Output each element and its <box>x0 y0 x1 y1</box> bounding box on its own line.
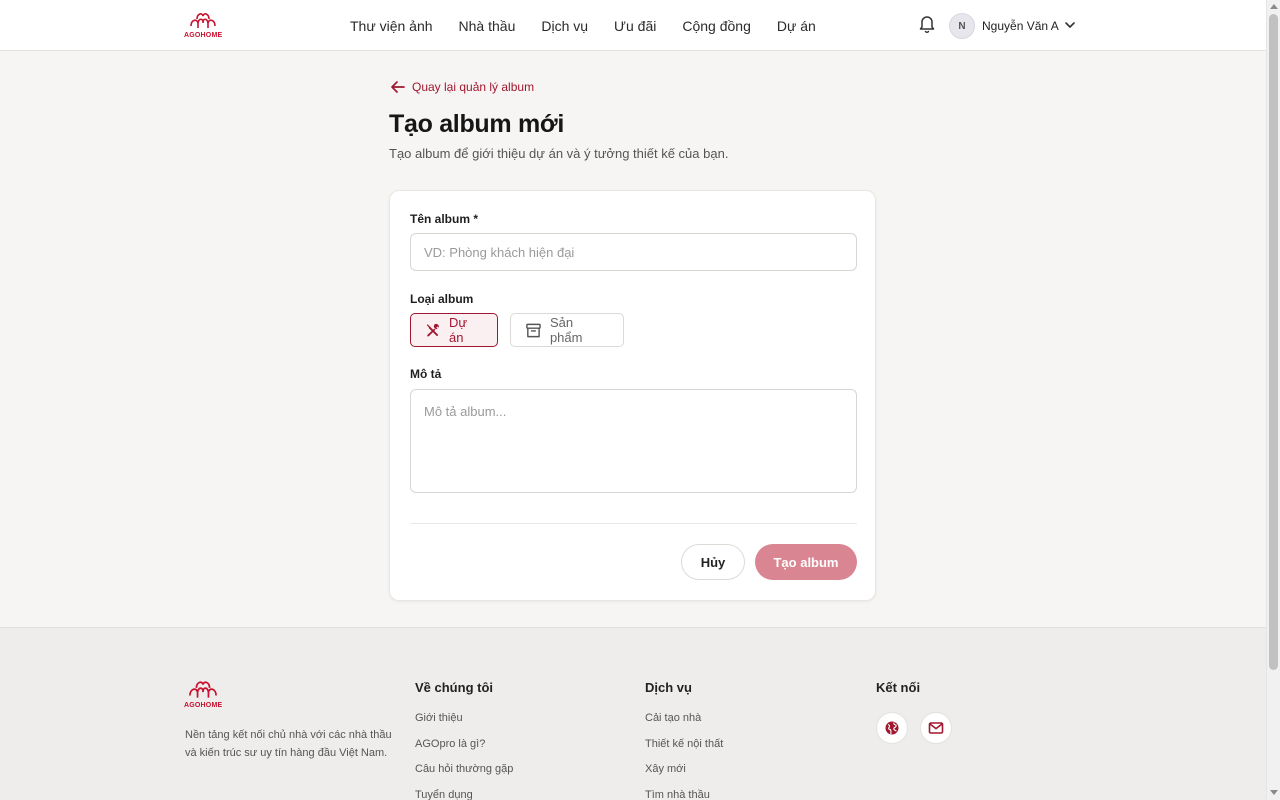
footer-link-renovation[interactable]: Cải tạo nhà <box>645 712 723 738</box>
mail-icon <box>928 722 944 734</box>
footer-description: Nền tảng kết nối chủ nhà với các nhà thầ… <box>185 729 392 759</box>
footer-connect-title: Kết nối <box>876 680 921 695</box>
page-subtitle: Tạo album để giới thiệu dự án và ý tưởng… <box>389 146 729 161</box>
brand-logo[interactable]: AGOHOME <box>184 10 222 40</box>
footer-about-title: Về chúng tôi <box>415 680 493 695</box>
page-title: Tạo album mới <box>389 110 565 138</box>
description-textarea[interactable] <box>410 389 857 493</box>
page-scrollbar[interactable] <box>1266 0 1280 800</box>
footer-link-faq[interactable]: Câu hỏi thường gặp <box>415 763 513 789</box>
nav-item-services[interactable]: Dịch vụ <box>541 18 588 34</box>
user-name[interactable]: Nguyễn Văn A <box>982 19 1059 33</box>
album-type-product-button[interactable]: Sản phẩm <box>510 313 624 347</box>
chevron-down-icon[interactable] <box>1064 19 1076 31</box>
nav-item-contractors[interactable]: Nhà thầu <box>459 18 516 34</box>
form-divider <box>410 523 857 524</box>
arrow-left-icon <box>391 81 405 93</box>
main-nav: Thư viện ảnh Nhà thầu Dịch vụ Ưu đãi Cộn… <box>350 0 842 51</box>
album-type-project-button[interactable]: Dự án <box>410 313 498 347</box>
album-name-input[interactable] <box>410 233 857 271</box>
mail-button[interactable] <box>920 712 952 744</box>
footer-services-column: Dịch vụ Cải tạo nhà Thiết kế nội thất Xâ… <box>645 680 723 800</box>
site-header: AGOHOME Thư viện ảnh Nhà thầu Dịch vụ Ưu… <box>0 0 1266 51</box>
footer-link-agopro[interactable]: AGOpro là gì? <box>415 738 513 764</box>
cancel-button[interactable]: Hủy <box>681 544 745 580</box>
back-link-label: Quay lại quản lý album <box>412 80 535 94</box>
footer-connect-column: Kết nối <box>876 680 920 712</box>
create-album-form: Tên album * Loại album Dự án Sản phẩm Mô… <box>389 190 876 601</box>
footer-about-column: Về chúng tôi Giới thiệu AGOpro là gì? Câ… <box>415 680 513 800</box>
globe-button[interactable] <box>876 712 908 744</box>
agohome-logo-icon <box>189 681 218 698</box>
footer-link-interior-design[interactable]: Thiết kế nội thất <box>645 738 723 764</box>
scrollbar-thumb[interactable] <box>1269 14 1278 670</box>
nav-item-deals[interactable]: Ưu đãi <box>614 18 656 34</box>
album-type-product-label: Sản phẩm <box>549 315 583 345</box>
nav-item-community[interactable]: Cộng đồng <box>682 18 751 34</box>
album-type-project-label: Dự án <box>448 315 468 345</box>
create-album-button[interactable]: Tạo album <box>755 544 857 580</box>
footer-brand-name: AGOHOME <box>184 702 223 709</box>
tools-icon <box>426 323 439 336</box>
globe-icon <box>885 721 899 735</box>
bell-icon[interactable] <box>918 14 936 34</box>
footer-link-new-build[interactable]: Xây mới <box>645 763 723 789</box>
nav-item-gallery[interactable]: Thư viện ảnh <box>350 18 433 34</box>
footer-brand-logo[interactable]: AGOHOME <box>184 678 222 710</box>
archive-icon <box>526 323 541 337</box>
footer-link-find-contractor[interactable]: Tìm nhà thầu <box>645 789 723 800</box>
album-name-label: Tên album * <box>410 212 479 226</box>
brand-name: AGOHOME <box>184 32 223 39</box>
footer-link-about[interactable]: Giới thiệu <box>415 712 513 738</box>
album-type-label: Loại album <box>410 292 474 306</box>
back-link[interactable]: Quay lại quản lý album <box>390 79 534 95</box>
scroll-up-arrow-icon[interactable] <box>1270 4 1278 9</box>
description-label: Mô tả <box>410 367 442 381</box>
footer-services-title: Dịch vụ <box>645 680 692 695</box>
site-footer: AGOHOME Nền tảng kết nối chủ nhà với các… <box>0 627 1266 800</box>
avatar[interactable]: N <box>949 13 975 39</box>
footer-link-careers[interactable]: Tuyển dụng <box>415 789 513 800</box>
nav-item-projects[interactable]: Dự án <box>777 18 816 34</box>
agohome-logo-icon <box>190 13 216 28</box>
scroll-down-arrow-icon[interactable] <box>1270 790 1278 795</box>
